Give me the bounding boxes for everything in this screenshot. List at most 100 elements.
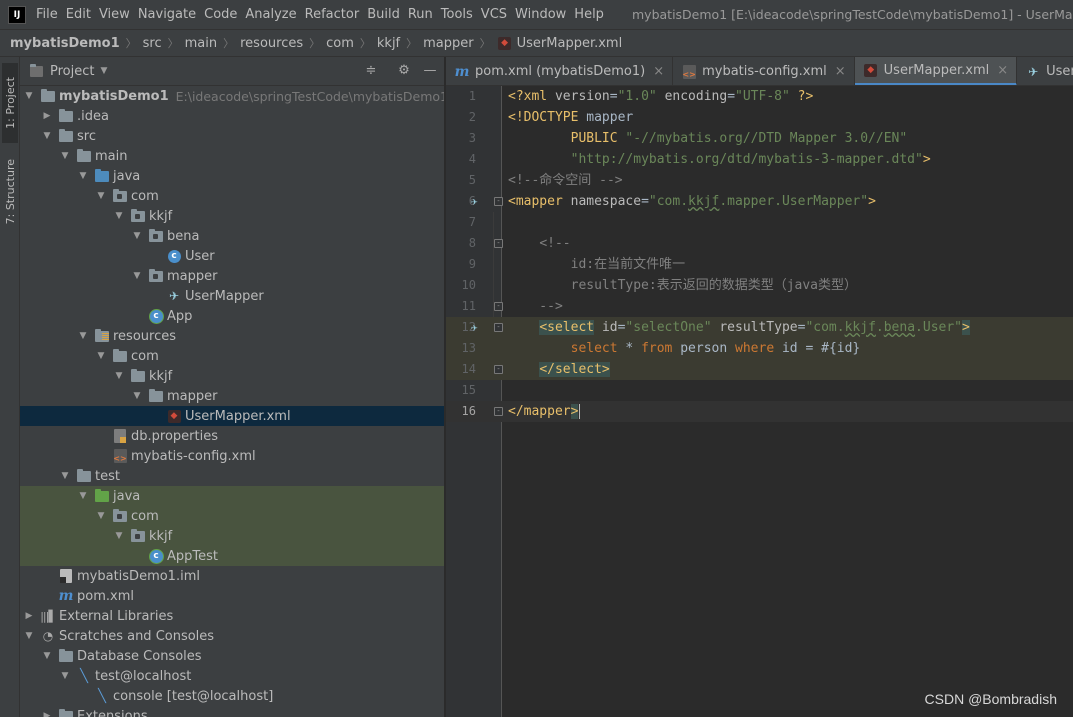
collapse-all-icon[interactable]: ≑ bbox=[363, 63, 379, 79]
expanded-arrow-icon[interactable]: ▼ bbox=[60, 151, 70, 161]
expanded-arrow-icon[interactable]: ▼ bbox=[78, 171, 88, 181]
expanded-arrow-icon[interactable]: ▼ bbox=[132, 391, 142, 401]
fold-marker-icon[interactable]: - bbox=[494, 302, 503, 311]
folder-shape bbox=[95, 328, 109, 342]
expanded-arrow-icon[interactable]: ▼ bbox=[60, 671, 70, 681]
tree-item[interactable]: ▼ java bbox=[20, 166, 444, 186]
tree-item[interactable]: ▶ |||▌ External Libraries bbox=[20, 606, 444, 626]
tree-item[interactable]: ▼ ╲ test@localhost bbox=[20, 666, 444, 686]
tree-item[interactable]: m pom.xml bbox=[20, 586, 444, 606]
fold-marker-icon[interactable]: - bbox=[494, 323, 503, 332]
tree-item[interactable]: c App bbox=[20, 306, 444, 326]
expanded-arrow-icon[interactable]: ▼ bbox=[132, 231, 142, 241]
tree-item[interactable]: c AppTest bbox=[20, 546, 444, 566]
mybatis-navigate-icon[interactable]: ✈ bbox=[471, 317, 478, 338]
fold-marker-icon[interactable]: - bbox=[494, 197, 503, 206]
tree-item[interactable]: ╲ console [test@localhost] bbox=[20, 686, 444, 706]
mybatis-navigate-icon[interactable]: ✈ bbox=[471, 191, 478, 212]
expanded-arrow-icon[interactable]: ▼ bbox=[78, 331, 88, 341]
tree-item[interactable]: ▼ mybatisDemo1 E:\ideacode\springTestCode\… bbox=[20, 86, 444, 106]
breadcrumb-item[interactable]: mapper bbox=[423, 36, 473, 51]
breadcrumb-item[interactable]: UserMapper.xml bbox=[517, 36, 623, 51]
close-tab-icon[interactable]: × bbox=[835, 64, 846, 79]
editor-tab[interactable]: ◆ UserMapper.xml × bbox=[854, 57, 1018, 85]
tree-item[interactable]: ▼ com bbox=[20, 186, 444, 206]
editor-tab[interactable]: m pom.xml (mybatisDemo1) × bbox=[446, 57, 674, 85]
editor-tab[interactable]: <> mybatis-config.xml × bbox=[673, 57, 855, 85]
collapsed-arrow-icon[interactable]: ▶ bbox=[42, 111, 52, 121]
fold-marker-icon[interactable]: - bbox=[494, 365, 503, 374]
tree-item[interactable]: db.properties bbox=[20, 426, 444, 446]
menu-analyze[interactable]: Analyze bbox=[241, 7, 300, 22]
structure-tool-tab[interactable]: 7: Structure bbox=[2, 149, 18, 235]
menu-view[interactable]: View bbox=[95, 7, 134, 22]
code-editor[interactable]: 1 <?xml version="1.0" encoding="UTF-8" ?>… bbox=[446, 86, 1073, 717]
close-tab-icon[interactable]: × bbox=[997, 63, 1008, 78]
tree-item[interactable]: ✈ UserMapper bbox=[20, 286, 444, 306]
menu-file[interactable]: File bbox=[32, 7, 62, 22]
expanded-arrow-icon[interactable]: ▼ bbox=[96, 511, 106, 521]
expanded-arrow-icon[interactable]: ▼ bbox=[96, 191, 106, 201]
tree-item[interactable]: ▼ ◔ Scratches and Consoles bbox=[20, 626, 444, 646]
dropdown-arrow-icon[interactable]: ▼ bbox=[100, 66, 107, 76]
expanded-arrow-icon[interactable]: ▼ bbox=[60, 471, 70, 481]
tree-item[interactable]: ▼ com bbox=[20, 346, 444, 366]
gear-icon[interactable]: ⚙ bbox=[396, 63, 412, 79]
fold-marker-icon[interactable]: - bbox=[494, 407, 503, 416]
breadcrumb-item[interactable]: main bbox=[185, 36, 217, 51]
tree-item[interactable]: ▼ main bbox=[20, 146, 444, 166]
tree-item[interactable]: ▶ Extensions bbox=[20, 706, 444, 717]
expanded-arrow-icon[interactable]: ▼ bbox=[24, 91, 34, 101]
breadcrumb-item[interactable]: src bbox=[143, 36, 162, 51]
code-token: "com. bbox=[648, 194, 689, 209]
tree-item[interactable]: c User bbox=[20, 246, 444, 266]
breadcrumb-item[interactable]: mybatisDemo1 bbox=[10, 36, 120, 51]
menu-code[interactable]: Code bbox=[200, 7, 241, 22]
menu-help[interactable]: Help bbox=[570, 7, 608, 22]
tree-item[interactable]: ◆ UserMapper.xml bbox=[20, 406, 444, 426]
expanded-arrow-icon[interactable]: ▼ bbox=[114, 371, 124, 381]
tree-item[interactable]: mybatisDemo1.iml bbox=[20, 566, 444, 586]
tree-item[interactable]: ▼ kkjf bbox=[20, 206, 444, 226]
expanded-arrow-icon[interactable]: ▼ bbox=[24, 631, 34, 641]
expanded-arrow-icon[interactable]: ▼ bbox=[132, 271, 142, 281]
menu-edit[interactable]: Edit bbox=[62, 7, 95, 22]
project-view-selector[interactable]: Project bbox=[50, 64, 94, 79]
tree-item[interactable]: ▼ mapper bbox=[20, 386, 444, 406]
menu-tools[interactable]: Tools bbox=[437, 7, 477, 22]
expanded-arrow-icon[interactable]: ▼ bbox=[42, 651, 52, 661]
tree-item[interactable]: ▼ resources bbox=[20, 326, 444, 346]
expanded-arrow-icon[interactable]: ▼ bbox=[96, 351, 106, 361]
tree-item[interactable]: ▼ com bbox=[20, 506, 444, 526]
expanded-arrow-icon[interactable]: ▼ bbox=[42, 131, 52, 141]
menu-run[interactable]: Run bbox=[404, 7, 437, 22]
hide-panel-icon[interactable]: — bbox=[422, 63, 438, 79]
menu-navigate[interactable]: Navigate bbox=[134, 7, 200, 22]
close-tab-icon[interactable]: × bbox=[653, 64, 664, 79]
tree-item[interactable]: ▼ test bbox=[20, 466, 444, 486]
collapsed-arrow-icon[interactable]: ▶ bbox=[42, 711, 52, 717]
breadcrumb-item[interactable]: kkjf bbox=[377, 36, 400, 51]
tree-item[interactable]: ▼ bena bbox=[20, 226, 444, 246]
menu-vcs[interactable]: VCS bbox=[477, 7, 511, 22]
menu-build[interactable]: Build bbox=[363, 7, 404, 22]
breadcrumb-item[interactable]: resources bbox=[240, 36, 303, 51]
tree-item[interactable]: ▼ src bbox=[20, 126, 444, 146]
tree-item[interactable]: ▶ .idea bbox=[20, 106, 444, 126]
collapsed-arrow-icon[interactable]: ▶ bbox=[24, 611, 34, 621]
project-tool-tab[interactable]: 1: Project bbox=[2, 63, 18, 143]
tree-item[interactable]: <> mybatis-config.xml bbox=[20, 446, 444, 466]
tree-item[interactable]: ▼ kkjf bbox=[20, 526, 444, 546]
menu-refactor[interactable]: Refactor bbox=[301, 7, 364, 22]
expanded-arrow-icon[interactable]: ▼ bbox=[114, 211, 124, 221]
expanded-arrow-icon[interactable]: ▼ bbox=[114, 531, 124, 541]
expanded-arrow-icon[interactable]: ▼ bbox=[78, 491, 88, 501]
tree-item[interactable]: ▼ kkjf bbox=[20, 366, 444, 386]
menu-window[interactable]: Window bbox=[511, 7, 570, 22]
tree-item[interactable]: ▼ java bbox=[20, 486, 444, 506]
tree-item[interactable]: ▼ Database Consoles bbox=[20, 646, 444, 666]
fold-marker-icon[interactable]: - bbox=[494, 239, 503, 248]
editor-tab[interactable]: ✈ UserMapper.java bbox=[1017, 57, 1073, 85]
breadcrumb-item[interactable]: com bbox=[326, 36, 354, 51]
tree-item[interactable]: ▼ mapper bbox=[20, 266, 444, 286]
